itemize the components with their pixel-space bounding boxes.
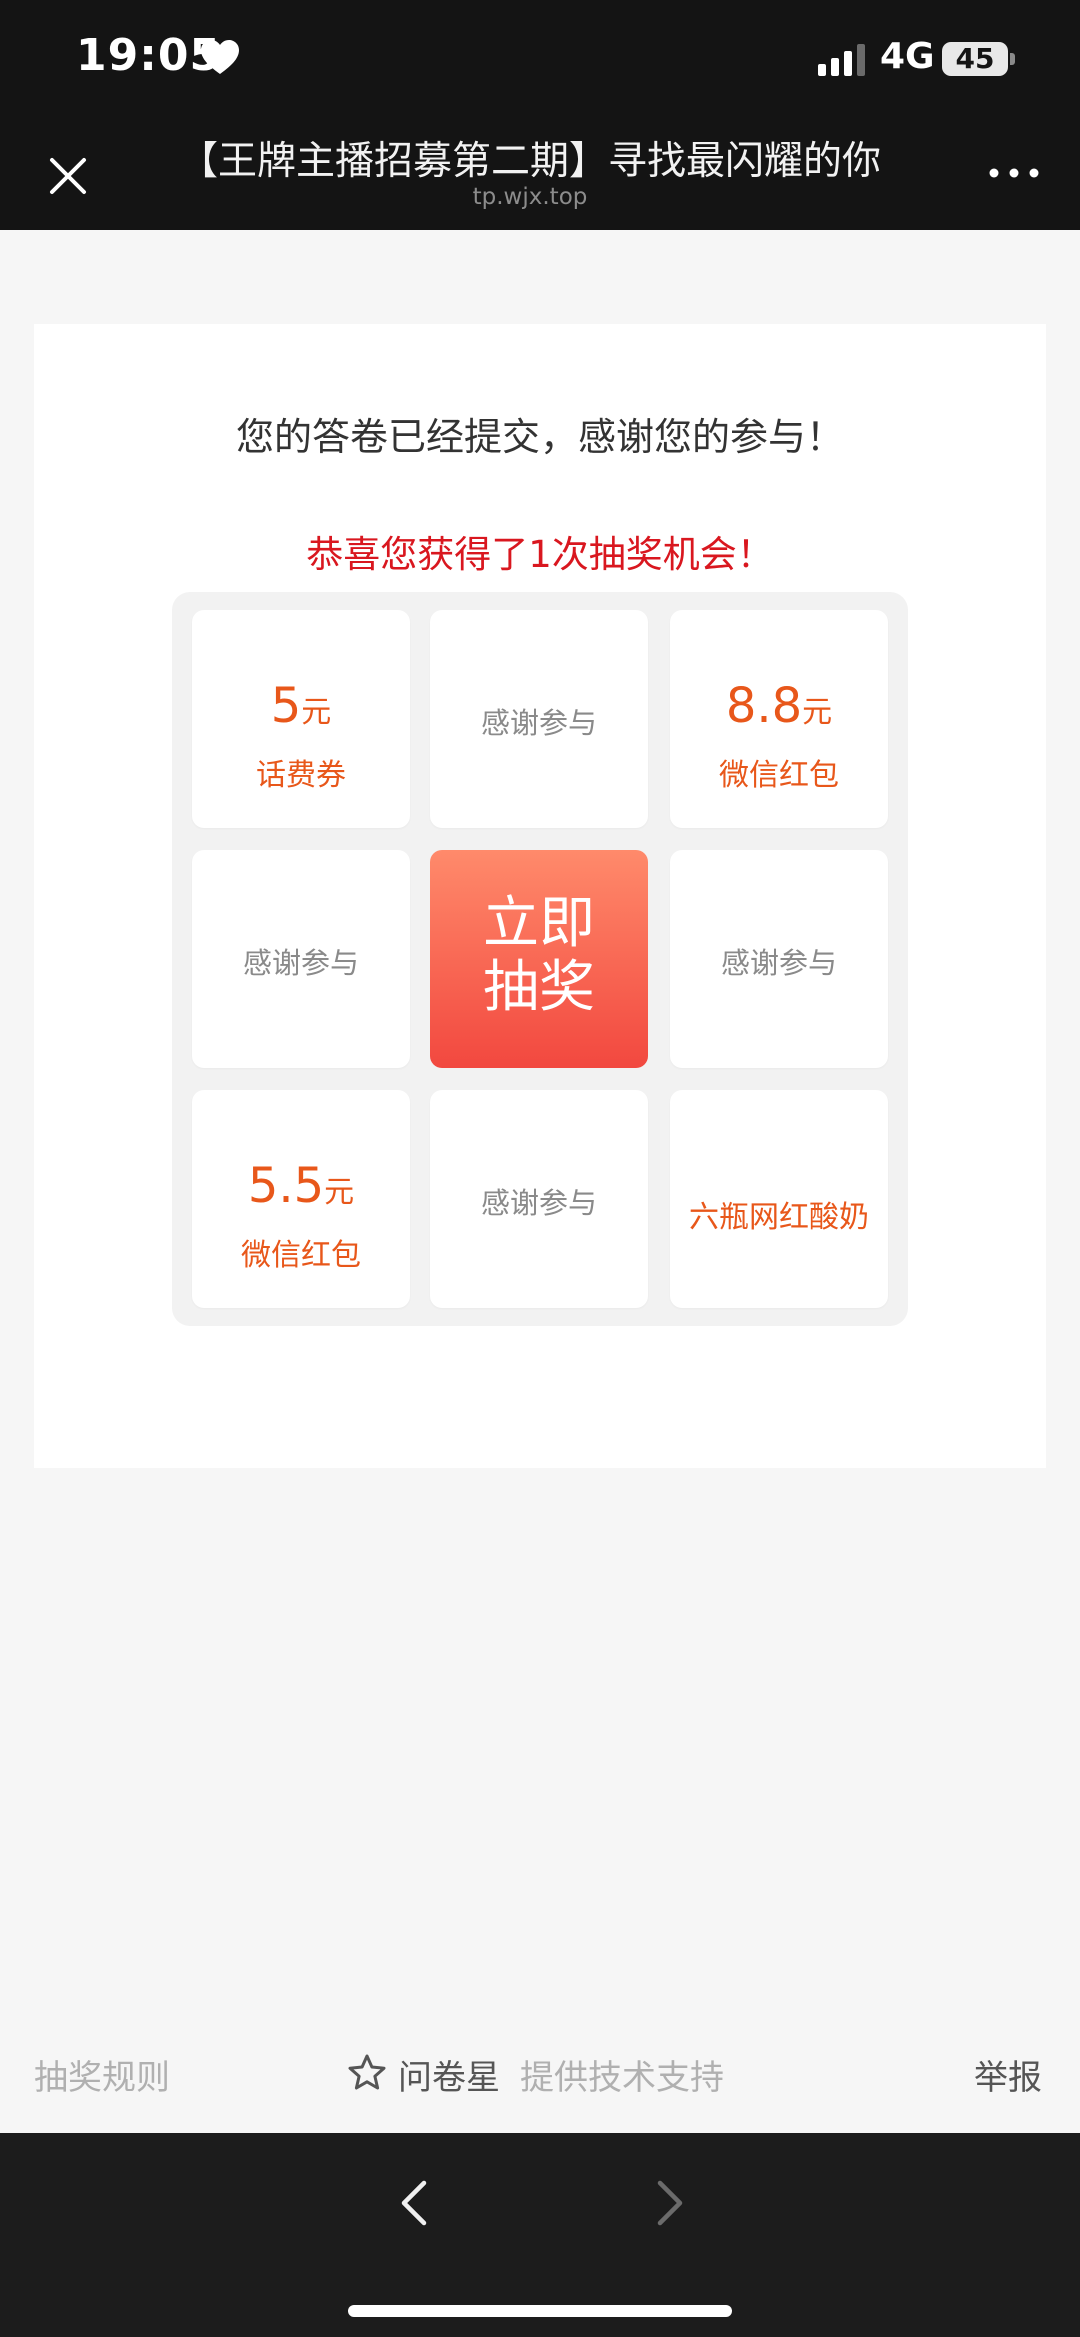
prize-cell-thanks: 感谢参与	[670, 850, 888, 1068]
lottery-chance-text: 恭喜您获得了1次抽奖机会！	[306, 533, 774, 576]
report-link[interactable]: 举报	[974, 2050, 1042, 2099]
close-icon[interactable]	[38, 146, 98, 206]
prize-amount-value: 5	[270, 678, 302, 734]
prize-cell-wechat-88: 8.8元 微信红包	[670, 610, 888, 828]
prize-name: 微信红包	[241, 1238, 361, 1273]
prize-cell-thanks: 感谢参与	[192, 850, 410, 1068]
page-domain: tp.wjx.top	[472, 184, 588, 210]
prize-cell-thanks: 感谢参与	[430, 1090, 648, 1308]
prize-name: 六瓶网红酸奶	[689, 1200, 869, 1235]
prize-cell-phone-voucher: 5元 话费券	[192, 610, 410, 828]
page-footer: 抽奖规则 问卷星 提供技术支持 举报	[0, 2050, 1080, 2098]
heart-icon	[201, 40, 239, 74]
battery-icon: 45	[942, 42, 1008, 76]
battery-tip	[1010, 53, 1015, 65]
prize-amount-value: 8.8	[725, 678, 803, 734]
back-arrow-icon[interactable]	[390, 2173, 440, 2233]
status-bar: 19:05 4G 45	[0, 0, 1080, 120]
forward-arrow-icon[interactable]	[644, 2173, 694, 2233]
prize-name: 微信红包	[719, 758, 839, 793]
more-icon[interactable]	[984, 158, 1044, 188]
signal-icon	[818, 44, 865, 76]
browser-header: 【王牌主播招募第二期】寻找最闪耀的你 tp.wjx.top	[0, 120, 1080, 230]
prize-cell-wechat-55: 5.5元 微信红包	[192, 1090, 410, 1308]
draw-now-button[interactable]: 立即 抽奖	[430, 850, 648, 1068]
network-type: 4G	[880, 36, 935, 77]
prize-cell-yogurt: 六瓶网红酸奶	[670, 1090, 888, 1308]
submit-thanks-text: 您的答卷已经提交，感谢您的参与！	[235, 415, 844, 459]
prize-amount: 8.8元	[670, 678, 888, 734]
draw-button-line2: 抽奖	[483, 955, 595, 1020]
thanks-label: 感谢参与	[242, 946, 359, 980]
prize-amount-unit: 元	[301, 695, 332, 730]
prize-amount-unit: 元	[324, 1175, 355, 1210]
prize-amount-unit: 元	[802, 695, 833, 730]
prize-cell-thanks: 感谢参与	[430, 610, 648, 828]
draw-button-line1: 立即	[483, 891, 595, 956]
home-indicator[interactable]	[348, 2305, 732, 2317]
bottom-navigation	[0, 2133, 1080, 2337]
prize-name: 话费券	[256, 758, 346, 793]
tech-support-text: 提供技术支持	[520, 2058, 724, 2098]
lottery-rules-link[interactable]: 抽奖规则	[34, 2050, 170, 2099]
star-icon	[348, 2054, 386, 2090]
lottery-grid: 5元 话费券 感谢参与 8.8元 微信红包 感谢参与 立即 抽奖 感谢参与 5.…	[172, 592, 908, 1326]
result-card: 您的答卷已经提交，感谢您的参与！ 恭喜您获得了1次抽奖机会！ 5元 话费券 感谢…	[34, 324, 1046, 1468]
brand-link[interactable]: 问卷星	[398, 2050, 500, 2099]
page-title: 【王牌主播招募第二期】寻找最闪耀的你	[178, 139, 881, 184]
prize-amount-value: 5.5	[247, 1158, 325, 1214]
prize-amount: 5元	[192, 678, 410, 734]
thanks-label: 感谢参与	[480, 1186, 597, 1220]
prize-amount: 5.5元	[192, 1158, 410, 1214]
thanks-label: 感谢参与	[480, 706, 597, 740]
thanks-label: 感谢参与	[720, 946, 837, 980]
